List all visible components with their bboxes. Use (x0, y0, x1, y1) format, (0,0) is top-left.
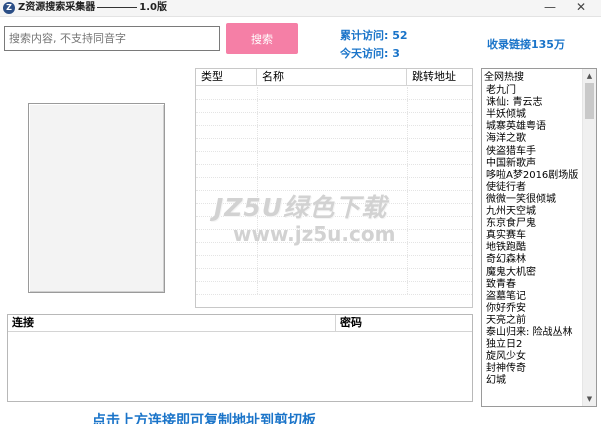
cell-divider (407, 165, 408, 177)
connection-table[interactable]: 连接 密码 (7, 314, 473, 402)
hot-list-item[interactable]: 城寨英雄粤语 (486, 121, 546, 133)
cell-divider (407, 139, 408, 151)
hot-list-item[interactable]: 中国新歌声 (486, 158, 536, 170)
links-collected-label: 收录链接135万 (487, 38, 565, 51)
copy-hint-text: 点击上方连接即可复制地址到剪切板 (92, 413, 316, 424)
cell-divider (257, 100, 258, 112)
close-icon[interactable]: ✕ (570, 0, 592, 16)
table-row[interactable] (196, 139, 472, 152)
cell-divider (407, 204, 408, 216)
hot-list-item[interactable]: 诛仙: 青云志 (486, 97, 543, 109)
hot-list-item[interactable]: 使徒行者 (486, 182, 526, 194)
cell-divider (257, 269, 258, 281)
search-button[interactable]: 搜索 (226, 23, 298, 54)
total-visits-label: 累计访问: 52 (340, 29, 408, 42)
cell-divider (407, 113, 408, 125)
column-header-connection[interactable]: 连接 (8, 315, 336, 332)
scroll-thumb[interactable] (585, 83, 594, 119)
column-header-name[interactable]: 名称 (257, 69, 407, 86)
search-input[interactable] (4, 26, 220, 51)
results-table-header: 类型 名称 跳转地址 (196, 69, 472, 86)
table-row[interactable] (196, 269, 472, 282)
cell-divider (407, 126, 408, 138)
column-header-link[interactable]: 跳转地址 (407, 69, 472, 86)
cell-divider (257, 282, 258, 294)
hot-list-item[interactable]: 海洋之歌 (486, 133, 526, 145)
cell-divider (407, 269, 408, 281)
table-row[interactable] (196, 126, 472, 139)
cell-divider (407, 217, 408, 229)
hot-list-item[interactable]: 半妖倾城 (486, 109, 526, 121)
window-title: Z资源搜索采集器 1.0版 (18, 1, 167, 15)
cell-divider (407, 191, 408, 203)
cell-divider (257, 152, 258, 164)
hot-list-item[interactable]: 独立日2 (486, 339, 522, 351)
hot-list-item[interactable]: 哆啦A梦2016剧场版 (486, 170, 578, 182)
table-row[interactable] (196, 256, 472, 269)
connection-table-header: 连接 密码 (8, 315, 472, 332)
cell-divider (257, 126, 258, 138)
hot-list-item[interactable]: 天亮之前 (486, 315, 526, 327)
hot-search-list[interactable]: 全网热搜 老九门 诛仙: 青云志 半妖倾城 城寨英雄粤语 海洋之歌 侠盗猎车手 中国新歌声哆… (481, 68, 597, 407)
cell-divider (407, 282, 408, 294)
hot-list-item[interactable]: 侠盗猎车手 (486, 146, 536, 158)
today-visits-label: 今天访问: 3 (340, 47, 400, 60)
hot-list-item[interactable]: 盗墓笔记 (486, 291, 526, 303)
title-bar: Z Z资源搜索采集器 1.0版 — ✕ (0, 0, 601, 17)
cell-divider (407, 230, 408, 242)
hot-list-item[interactable]: 致青春 (486, 279, 516, 291)
window-title-version: 1.0版 (139, 2, 167, 13)
scroll-down-icon[interactable]: ▼ (583, 392, 596, 406)
column-header-password[interactable]: 密码 (336, 315, 472, 332)
hot-list-header: 全网热搜 (484, 72, 524, 83)
preview-image-box (28, 103, 165, 293)
scroll-up-icon[interactable]: ▲ (583, 69, 596, 83)
cell-divider (257, 256, 258, 268)
cell-divider (257, 139, 258, 151)
hot-list-item[interactable]: 封神传奇 (486, 363, 526, 375)
hot-list-item[interactable]: 旋风少女 (486, 351, 526, 363)
title-separator-line (97, 6, 138, 8)
cell-divider (407, 152, 408, 164)
cell-divider (407, 243, 408, 255)
table-row[interactable] (196, 152, 472, 165)
hot-list-item[interactable]: 地铁跑酷 (486, 242, 526, 254)
cell-divider (407, 87, 408, 99)
hot-list-item[interactable]: 真实赛车 (486, 230, 526, 242)
cell-divider (407, 256, 408, 268)
table-row[interactable] (196, 282, 472, 295)
watermark-url: www.jz5u.com (233, 222, 396, 246)
hot-list-item[interactable]: 幻城 (486, 375, 506, 387)
cell-divider (257, 87, 258, 99)
table-row[interactable] (196, 100, 472, 113)
cell-divider (257, 113, 258, 125)
hot-list-item[interactable]: 泰山归来: 险战丛林 (486, 327, 573, 339)
hot-list-item[interactable]: 奇幻森林 (486, 254, 526, 266)
watermark-logo: JZ5U绿色下载 (214, 193, 388, 222)
app-logo-icon: Z (3, 2, 15, 14)
cell-divider (407, 100, 408, 112)
table-row[interactable] (196, 165, 472, 178)
hot-list-scrollbar[interactable]: ▲ ▼ (582, 69, 596, 406)
hot-list-item[interactable]: 你好乔安 (486, 303, 526, 315)
cell-divider (407, 178, 408, 190)
hot-list-item[interactable]: 九州天空城 (486, 206, 536, 218)
cell-divider (257, 165, 258, 177)
hot-list-item[interactable]: 老九门 (486, 85, 516, 97)
window-title-name: Z资源搜索采集器 (18, 2, 96, 13)
hot-list-item[interactable]: 东京食尸鬼 (486, 218, 536, 230)
hot-list-item[interactable]: 魔鬼大机密 (486, 267, 536, 279)
hot-list-item[interactable]: 微微一笑很倾城 (486, 194, 556, 206)
table-row[interactable] (196, 87, 472, 100)
column-header-type[interactable]: 类型 (196, 69, 257, 86)
minimize-icon[interactable]: — (539, 0, 561, 16)
table-row[interactable] (196, 113, 472, 126)
